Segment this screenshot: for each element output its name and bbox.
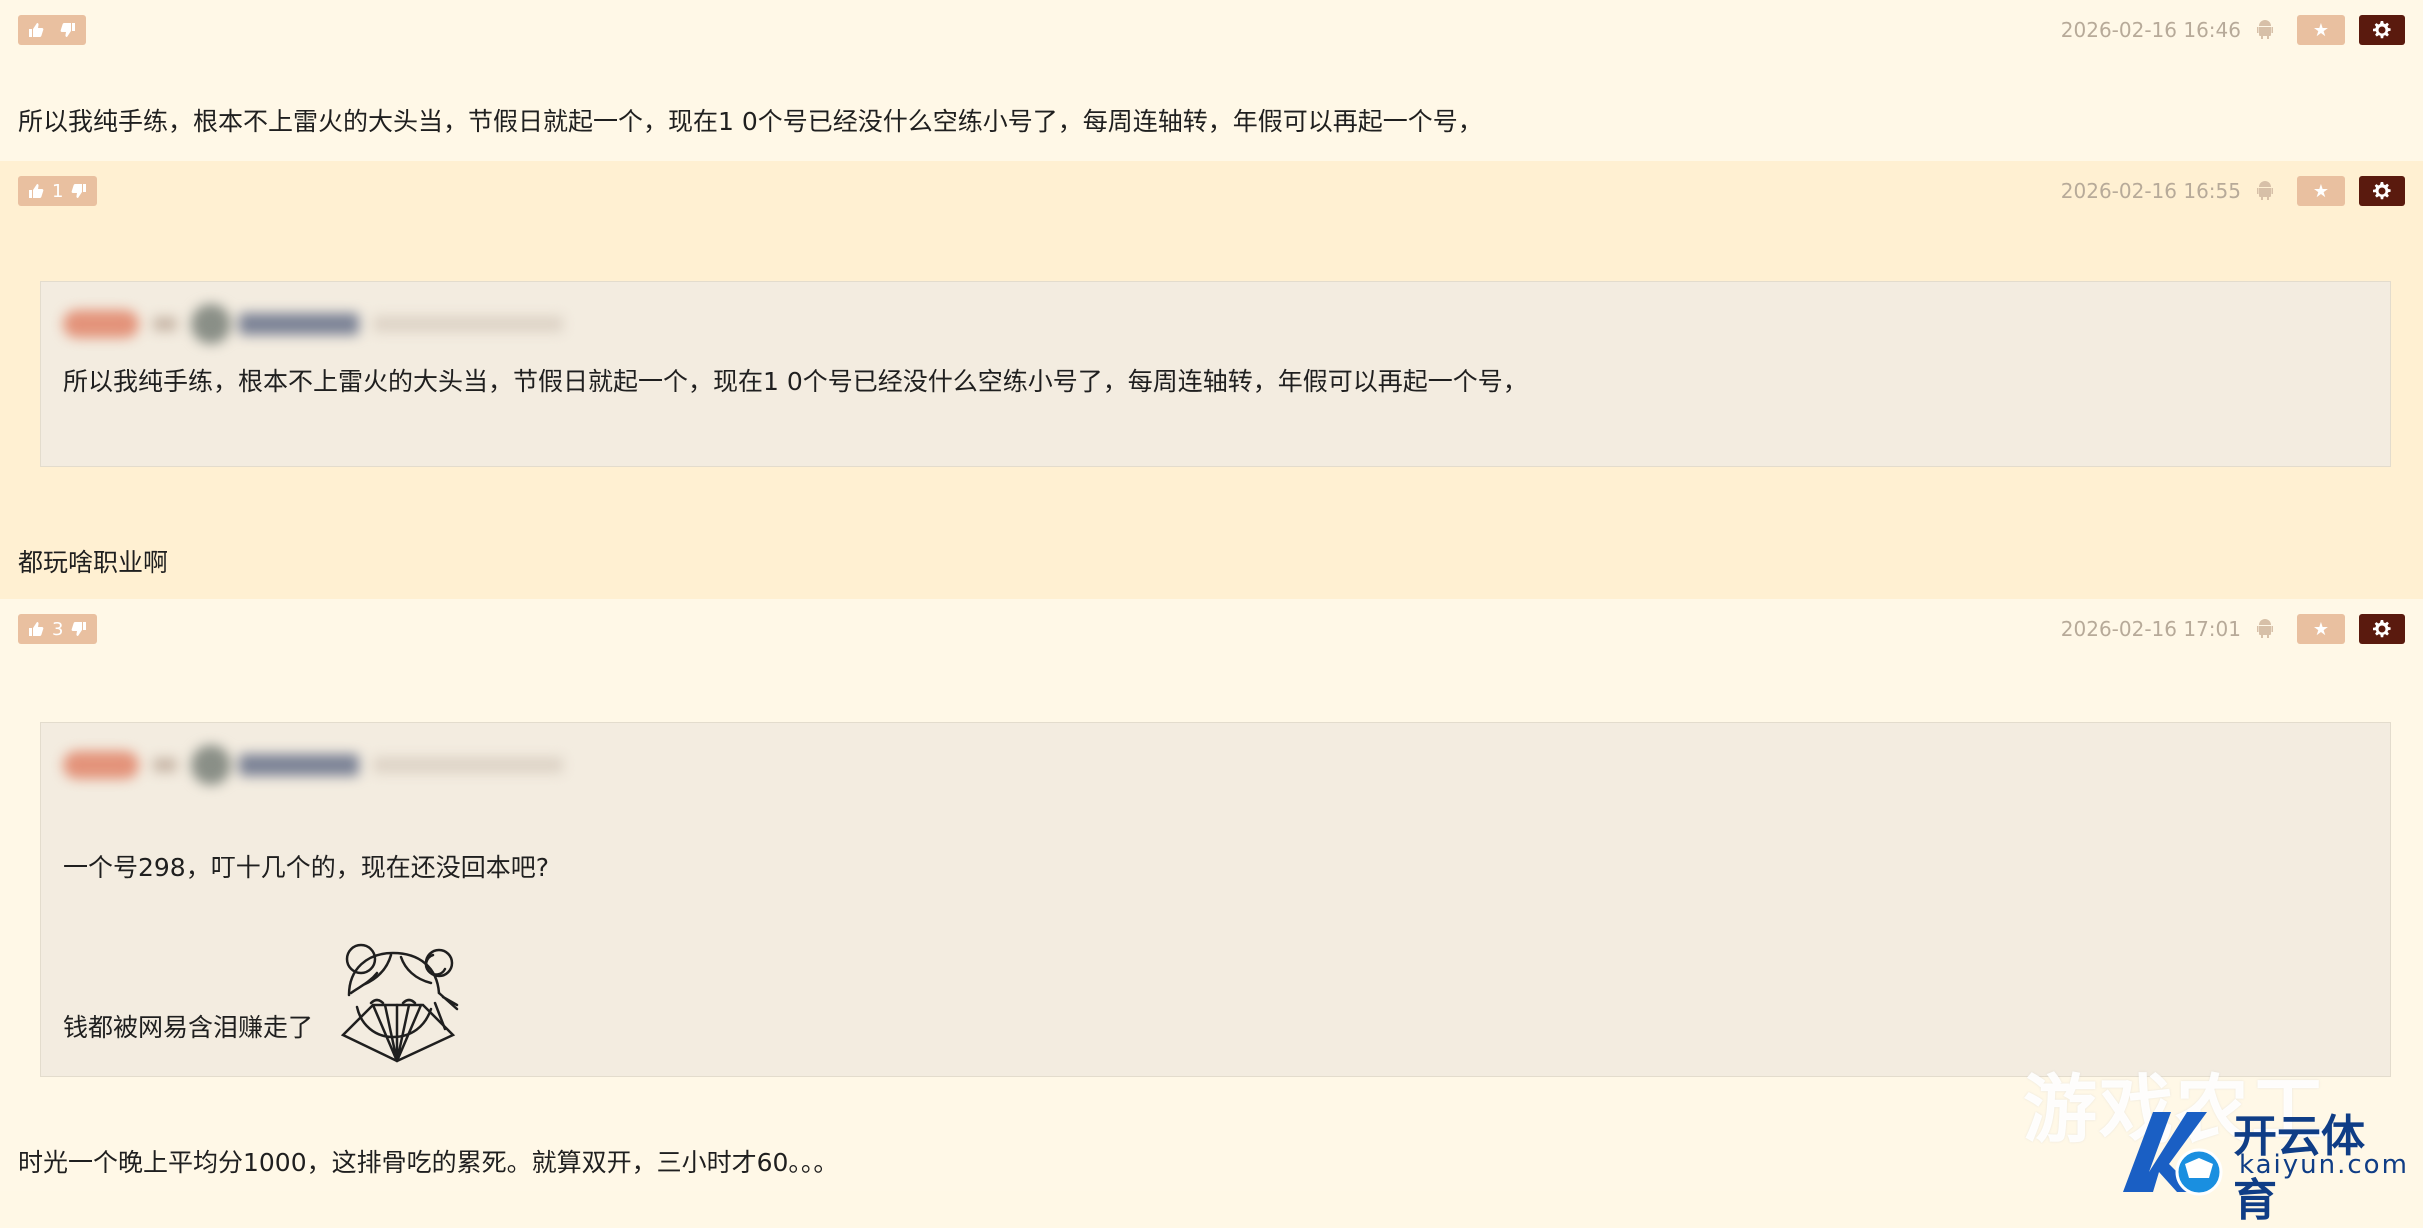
post-body: 所以我纯手练，根本不上雷火的大头当，节假日就起一个，现在1 0个号已经没什么空练… <box>18 107 1483 136</box>
post-body: 时光一个晚上平均分1000，这排骨吃的累死。就算双开，三小时才60。。。 <box>18 1148 839 1177</box>
thumbs-up-icon[interactable] <box>28 183 44 199</box>
post-meta: 2026-02-16 17:01 ★ <box>2061 614 2405 644</box>
thumbs-down-icon[interactable] <box>71 183 87 199</box>
favorite-button[interactable]: ★ <box>2297 15 2345 45</box>
gear-icon <box>2373 182 2391 200</box>
post-date: 2026-02-16 16:55 <box>2060 179 2241 203</box>
quote-block: 所以我纯手练，根本不上雷火的大头当，节假日就起一个，现在1 0个号已经没什么空练… <box>40 281 2391 467</box>
kaiyun-logo-icon <box>2123 1112 2223 1196</box>
settings-button[interactable] <box>2359 614 2405 644</box>
quote-author-blurred <box>63 745 563 785</box>
thumbs-down-icon[interactable] <box>71 621 87 637</box>
post-body: 都玩啥职业啊 <box>18 548 169 577</box>
vote-bar[interactable]: 1 <box>18 176 98 206</box>
watermark-domain: kaiyun.com <box>2239 1150 2409 1180</box>
quote-author-blurred <box>63 304 563 344</box>
settings-button[interactable] <box>2359 15 2405 45</box>
vote-bar[interactable] <box>18 15 86 45</box>
like-count: 1 <box>52 180 64 202</box>
star-icon: ★ <box>2312 19 2330 41</box>
post-date: 2026-02-16 16:46 <box>2060 18 2241 42</box>
reply-post: 2026-02-16 16:46 ★ 所以我纯手练，根本不上雷火的大头当，节假日… <box>0 0 2423 161</box>
favorite-button[interactable]: ★ <box>2297 176 2345 206</box>
android-icon <box>2253 617 2277 641</box>
favorite-button[interactable]: ★ <box>2297 614 2345 644</box>
site-watermark: 游戏农工 开云体育 kaiyun.com <box>2003 1042 2407 1226</box>
gear-icon <box>2373 620 2391 638</box>
thumbs-up-icon[interactable] <box>28 621 44 637</box>
quote-text: 一个号298，叮十几个的，现在还没回本吧? <box>63 853 549 882</box>
quote-text: 钱都被网易含泪赚走了 <box>63 1013 314 1042</box>
post-date: 2026-02-16 17:01 <box>2060 617 2241 641</box>
star-icon: ★ <box>2312 618 2330 640</box>
post-meta: 2026-02-16 16:55 ★ <box>2061 176 2405 206</box>
thumbs-down-icon[interactable] <box>60 22 76 38</box>
anime-sticker-image <box>340 943 459 1063</box>
android-icon <box>2253 179 2277 203</box>
settings-button[interactable] <box>2359 176 2405 206</box>
reply-post: 1 2026-02-16 16:55 ★ 所以我纯手练，根本不上雷火的大头当，节… <box>0 161 2423 599</box>
thumbs-up-icon[interactable] <box>28 22 44 38</box>
vote-bar[interactable]: 3 <box>18 614 98 644</box>
android-icon <box>2253 18 2277 42</box>
quote-text: 所以我纯手练，根本不上雷火的大头当，节假日就起一个，现在1 0个号已经没什么空练… <box>63 367 1528 396</box>
post-meta: 2026-02-16 16:46 ★ <box>2061 15 2405 45</box>
like-count: 3 <box>52 618 64 640</box>
quote-block: 一个号298，叮十几个的，现在还没回本吧? 钱都被网易含泪赚走了 <box>40 722 2391 1077</box>
star-icon: ★ <box>2312 180 2330 202</box>
gear-icon <box>2373 21 2391 39</box>
